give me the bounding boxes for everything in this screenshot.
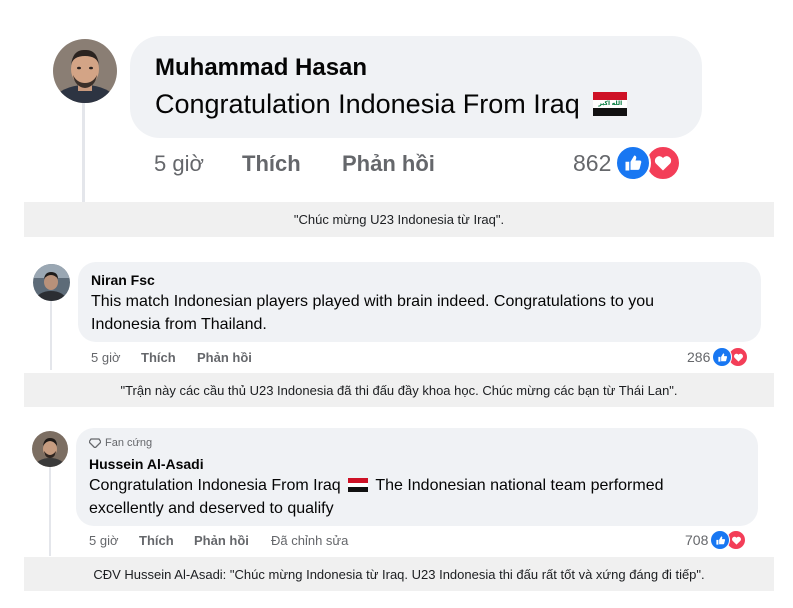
thumbs-up-icon: [712, 347, 733, 367]
translation-caption: "Chúc mừng U23 Indonesia từ Iraq".: [24, 202, 774, 237]
like-button[interactable]: Thích: [242, 151, 301, 177]
iraq-flag-icon: الله اكبر: [593, 91, 628, 116]
reactions-summary[interactable]: 286: [687, 347, 749, 367]
comment-bubble: Muhammad Hasan Congratulation Indonesia …: [130, 36, 702, 138]
reply-button[interactable]: Phản hồi: [342, 151, 435, 177]
avatar[interactable]: [53, 39, 117, 103]
edited-label: Đã chỉnh sửa: [271, 533, 349, 548]
thread-line: [49, 466, 51, 556]
comment-author[interactable]: Hussein Al-Asadi: [89, 456, 204, 472]
comment-time[interactable]: 5 giờ: [154, 151, 204, 177]
comment-text-line: Indonesia from Thailand.: [91, 316, 267, 333]
translation-caption: "Trận này các cầu thủ U23 Indonesia đã t…: [24, 373, 774, 407]
thumbs-up-icon: [615, 145, 652, 181]
comment-text-line: This match Indonesian players played wit…: [91, 293, 654, 310]
iraq-flag-icon: [348, 477, 369, 492]
thread-line: [82, 102, 85, 202]
comment-text-part: Congratulation Indonesia From Iraq: [89, 477, 341, 494]
thread-line: [50, 300, 52, 370]
comment-author[interactable]: Niran Fsc: [91, 272, 155, 288]
fan-badge-label: Fan cứng: [105, 437, 153, 449]
avatar[interactable]: [32, 431, 68, 467]
comment-bubble: Fan cứng Hussein Al-Asadi Congratulation…: [76, 428, 758, 526]
reaction-count: 286: [687, 349, 711, 365]
comment-text-part: The Indonesian national team performed: [375, 477, 664, 494]
reactions-summary[interactable]: 708: [685, 530, 747, 550]
comment-text-body: Congratulation Indonesia From Iraq: [155, 89, 580, 119]
comment-text: Congratulation Indonesia From Iraq الله …: [155, 89, 628, 120]
flag-inscription: الله اكبر: [598, 100, 623, 107]
fan-badge: Fan cứng: [89, 437, 152, 449]
reaction-count: 708: [685, 532, 709, 548]
avatar[interactable]: [33, 264, 70, 301]
thumbs-up-icon: [710, 530, 731, 550]
reply-button[interactable]: Phản hồi: [197, 350, 252, 365]
reaction-count: 862: [573, 149, 612, 176]
comment-text-line: excellently and deserved to qualify: [89, 500, 334, 517]
reactions-summary[interactable]: 862: [573, 145, 682, 181]
comment-author[interactable]: Muhammad Hasan: [155, 54, 367, 82]
comment-time[interactable]: 5 giờ: [91, 350, 121, 365]
translation-caption: CĐV Hussein Al-Asadi: "Chúc mừng Indones…: [24, 557, 774, 591]
comment-text-line: Congratulation Indonesia From Iraq The I…: [89, 474, 664, 497]
like-button[interactable]: Thích: [141, 350, 176, 365]
comment-time[interactable]: 5 giờ: [89, 533, 119, 548]
like-button[interactable]: Thích: [139, 533, 174, 548]
reply-button[interactable]: Phản hồi: [194, 533, 249, 548]
comment-bubble: Niran Fsc This match Indonesian players …: [78, 262, 761, 342]
diamond-icon: [89, 438, 101, 448]
